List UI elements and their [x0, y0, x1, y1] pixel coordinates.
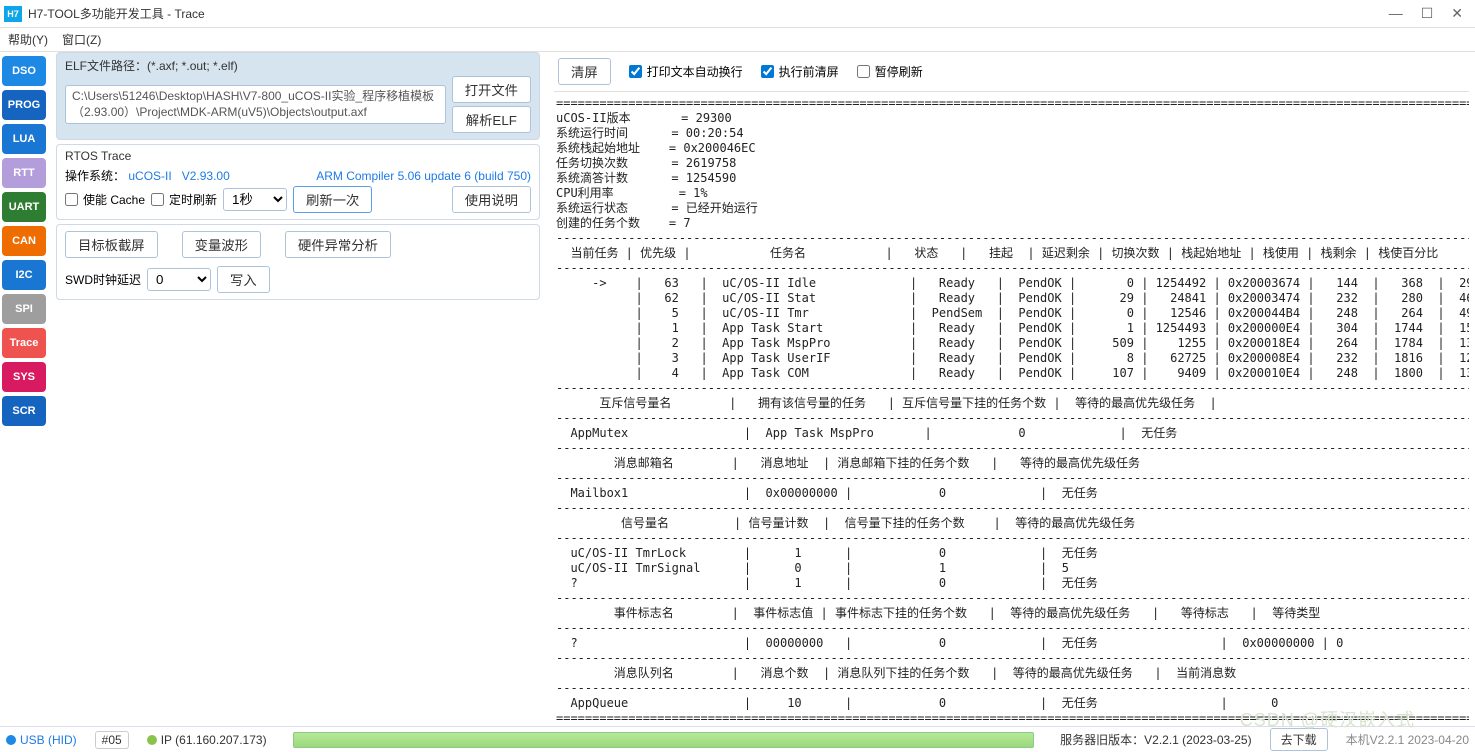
close-button[interactable]: ✕	[1451, 5, 1463, 22]
timer-refresh-checkbox[interactable]: 定时刷新	[151, 191, 217, 208]
sidenav-spi[interactable]: SPI	[2, 294, 46, 324]
fault-analysis-button[interactable]: 硬件异常分析	[285, 231, 391, 258]
sidenav-uart[interactable]: UART	[2, 192, 46, 222]
enable-cache-checkbox[interactable]: 使能 Cache	[65, 191, 145, 208]
refresh-interval-select[interactable]: 1秒	[223, 188, 287, 211]
app-icon: H7	[4, 6, 22, 22]
console-toolbar: 清屏 打印文本自动换行 执行前清屏 暂停刷新	[554, 52, 1469, 92]
pause-refresh-checkbox[interactable]: 暂停刷新	[857, 63, 923, 80]
os-label: 操作系统：	[65, 169, 125, 183]
os-version: V2.93.00	[182, 169, 230, 183]
sidenav-rtt[interactable]: RTT	[2, 158, 46, 188]
swd-delay-select[interactable]: 0	[147, 268, 211, 291]
right-panel: 清屏 打印文本自动换行 执行前清屏 暂停刷新 =================…	[548, 52, 1475, 726]
menu-help[interactable]: 帮助(Y)	[8, 31, 48, 48]
rtos-title: RTOS Trace	[65, 149, 531, 163]
sidenav-prog[interactable]: PROG	[2, 90, 46, 120]
download-button[interactable]: 去下载	[1270, 728, 1328, 751]
menu-window[interactable]: 窗口(Z)	[62, 31, 101, 48]
window-controls: — ☐ ✕	[1389, 5, 1463, 22]
sidenav-lua[interactable]: LUA	[2, 124, 46, 154]
refresh-once-button[interactable]: 刷新一次	[293, 186, 372, 213]
minimize-button[interactable]: —	[1389, 5, 1403, 22]
rtos-panel: RTOS Trace 操作系统： uCOS-II V2.93.00 ARM Co…	[56, 144, 540, 220]
action-panel: 目标板截屏 变量波形 硬件异常分析 SWD时钟延迟 0 写入	[56, 224, 540, 300]
os-name: uCOS-II	[128, 169, 171, 183]
sidenav-i2c[interactable]: I2C	[2, 260, 46, 290]
statusbar: USB (HID) #05 IP (61.160.207.173) 服务器旧版本…	[0, 726, 1475, 752]
status-usb: USB (HID)	[20, 733, 77, 747]
elf-panel: ELF文件路径：(*.axf; *.out; *.elf) C:\Users\5…	[56, 52, 540, 140]
sidenav-can[interactable]: CAN	[2, 226, 46, 256]
write-button[interactable]: 写入	[217, 266, 270, 293]
sidenav-dso[interactable]: DSO	[2, 56, 46, 86]
menubar: 帮助(Y) 窗口(Z)	[0, 28, 1475, 52]
elf-path-label: ELF文件路径：(*.axf; *.out; *.elf)	[65, 57, 531, 74]
status-local-version: 本机V2.2.1 2023-04-20	[1346, 731, 1469, 748]
sidenav: DSO PROG LUA RTT UART CAN I2C SPI Trace SYS SCR	[0, 52, 48, 726]
titlebar: H7 H7-TOOL多功能开发工具 - Trace — ☐ ✕	[0, 0, 1475, 28]
open-file-button[interactable]: 打开文件	[452, 76, 531, 103]
sidenav-trace[interactable]: Trace	[2, 328, 46, 358]
elf-path-input[interactable]: C:\Users\51246\Desktop\HASH\V7-800_uCOS-…	[65, 85, 446, 124]
console-output[interactable]: ========================================…	[554, 92, 1469, 726]
clear-button[interactable]: 清屏	[558, 58, 611, 85]
swd-delay-label: SWD时钟延迟	[65, 271, 141, 288]
compiler-info: ARM Compiler 5.06 update 6 (build 750)	[316, 169, 531, 183]
window-title: H7-TOOL多功能开发工具 - Trace	[28, 5, 1389, 22]
maximize-button[interactable]: ☐	[1421, 5, 1434, 22]
sidenav-scr[interactable]: SCR	[2, 396, 46, 426]
sidenav-sys[interactable]: SYS	[2, 362, 46, 392]
status-server: 服务器旧版本：V2.2.1 (2023-03-25)	[1060, 731, 1251, 748]
left-panel: ELF文件路径：(*.axf; *.out; *.elf) C:\Users\5…	[48, 52, 548, 726]
usage-help-button[interactable]: 使用说明	[452, 186, 531, 213]
progress-bar	[293, 732, 1035, 748]
status-device[interactable]: #05	[95, 731, 129, 749]
parse-elf-button[interactable]: 解析ELF	[452, 106, 531, 133]
screenshot-button[interactable]: 目标板截屏	[65, 231, 158, 258]
autowrap-checkbox[interactable]: 打印文本自动换行	[629, 63, 743, 80]
status-ip: IP (61.160.207.173)	[161, 733, 267, 747]
clear-before-checkbox[interactable]: 执行前清屏	[761, 63, 839, 80]
waveform-button[interactable]: 变量波形	[182, 231, 261, 258]
